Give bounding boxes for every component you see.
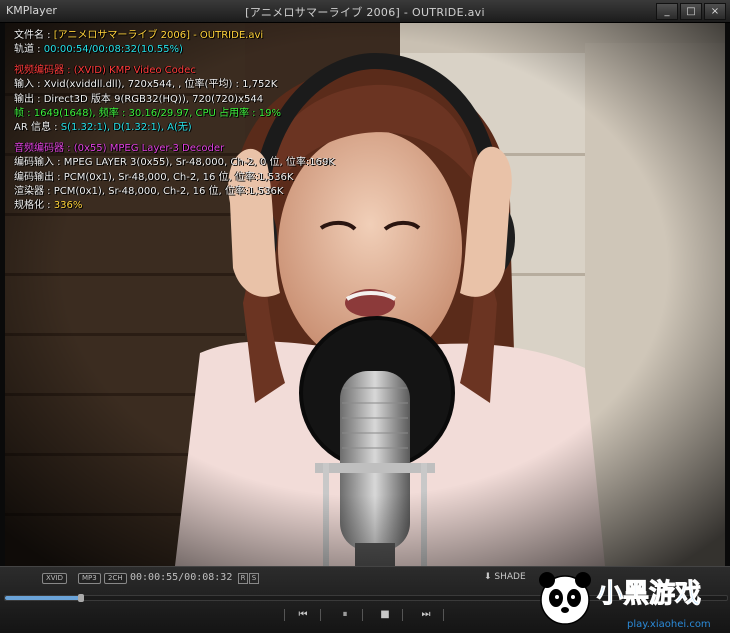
osd-track-value: 00:00:54/00:08:32(10.55%): [43, 44, 183, 56]
channels-badge[interactable]: 2CH: [104, 573, 127, 584]
window-controls: _ □ ×: [656, 3, 726, 20]
window-title: [アニメロサマーライブ 2006] - OUTRIDE.avi: [245, 6, 485, 19]
next-button[interactable]: ⏭: [416, 607, 436, 623]
video-frame[interactable]: 文件名 : [アニメロサマーライブ 2006] - OUTRIDE.avi 轨道…: [5, 23, 725, 566]
osd-frame-info: 帧 : 1649(1648), 频率 : 30.16/29.97, CPU 占用…: [14, 107, 281, 119]
seek-bar-handle[interactable]: [78, 594, 85, 602]
osd-normalize-line: 规格化 : 336%: [14, 199, 335, 213]
transport-divider: [284, 609, 285, 621]
r-badge[interactable]: R: [238, 573, 248, 584]
close-button[interactable]: ×: [704, 3, 726, 20]
osd-ar-label: AR 信息 :: [14, 122, 61, 134]
osd-normalize-value: 336%: [53, 200, 83, 212]
pause-button[interactable]: ⏸: [335, 607, 355, 623]
osd-audio-input: 编码输入 : MPEG LAYER 3(0x55), Sr-48,000, Ch…: [14, 157, 335, 169]
osd-video-codec: 视频编码器 : (XVID) KMP Video Codec: [14, 64, 196, 76]
transport-divider: [320, 609, 321, 621]
minimize-button[interactable]: _: [656, 3, 678, 20]
video-codec-badge[interactable]: XVID: [42, 573, 68, 584]
seek-bar-fill: [5, 596, 82, 600]
s-badge[interactable]: S: [249, 573, 259, 584]
osd-track-line: 轨道 : 00:00:54/00:08:32(10.55%): [14, 43, 335, 57]
watermark-url: play.xiaohei.com: [627, 619, 711, 630]
audio-codec-badge[interactable]: MP3: [78, 573, 101, 584]
osd-normalize-label: 规格化 :: [14, 200, 54, 212]
watermark-brand: 小黑游戏: [597, 579, 701, 609]
osd-renderer: 渲染器 : PCM(0x1), Sr-48,000, Ch-2, 16 位, 位…: [14, 185, 284, 197]
transport-divider: [362, 609, 363, 621]
osd-info-overlay: 文件名 : [アニメロサマーライブ 2006] - OUTRIDE.avi 轨道…: [14, 29, 335, 214]
osd-filename-line: 文件名 : [アニメロサマーライブ 2006] - OUTRIDE.avi: [14, 29, 335, 43]
maximize-button[interactable]: □: [680, 3, 702, 20]
osd-audio-output: 编码输出 : PCM(0x1), Sr-48,000, Ch-2, 16 位, …: [14, 171, 294, 183]
osd-video-output: 输出 : Direct3D 版本 9(RGB32(HQ)), 720(720)x…: [14, 93, 264, 105]
download-icon: ⬇: [484, 572, 492, 582]
stop-button[interactable]: ■: [375, 607, 395, 623]
osd-filename-value: [アニメロサマーライブ 2006] - OUTRIDE.avi: [53, 30, 264, 41]
osd-audio-codec: 音频编码器 : (0x55) MPEG Layer-3 Decoder: [14, 142, 225, 154]
osd-track-label: 轨道 :: [14, 44, 44, 56]
transport-divider: [402, 609, 403, 621]
title-bar[interactable]: KMPlayer [アニメロサマーライブ 2006] - OUTRIDE.avi…: [0, 0, 730, 23]
osd-ar-line: AR 信息 : S(1.32:1), D(1.32:1), A(无): [14, 121, 335, 135]
osd-filename-label: 文件名 :: [14, 30, 54, 41]
previous-button[interactable]: ⏮: [293, 607, 313, 623]
shade-label: SHADE: [494, 572, 526, 582]
transport-divider: [443, 609, 444, 621]
osd-ar-value: S(1.32:1), D(1.32:1), A(无): [60, 122, 192, 134]
playback-time[interactable]: 00:00:55/00:08:32: [130, 572, 232, 583]
osd-video-input: 输入 : Xvid(xviddll.dll), 720x544, , 位率(平均…: [14, 79, 278, 91]
kmplayer-window: KMPlayer [アニメロサマーライブ 2006] - OUTRIDE.avi…: [0, 0, 730, 633]
site-watermark-logo: 小黑游戏 play.xiaohei.com: [539, 572, 711, 630]
shade-toggle[interactable]: ⬇ SHADE: [484, 572, 526, 582]
